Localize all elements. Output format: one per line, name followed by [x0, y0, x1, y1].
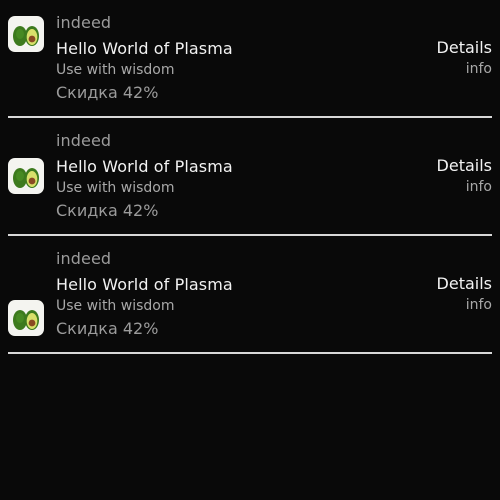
notification-title: Hello World of Plasma [56, 275, 233, 294]
info-label: info [465, 61, 492, 77]
avocado-icon [8, 300, 44, 336]
notification-title: Hello World of Plasma [56, 39, 233, 58]
notification-discount: Скидка 42% [56, 319, 159, 338]
notification-discount: Скидка 42% [56, 201, 159, 220]
divider [8, 352, 492, 354]
notification-tag: indeed [56, 13, 112, 32]
notification-tag: indeed [56, 249, 112, 268]
notification-tag: indeed [56, 131, 112, 150]
notification-subtitle: Use with wisdom [56, 62, 175, 78]
notification-item[interactable]: indeed Hello World of Plasma Use with wi… [0, 118, 500, 236]
avocado-icon [8, 16, 44, 52]
notification-subtitle: Use with wisdom [56, 298, 175, 314]
notification-item[interactable]: indeed Hello World of Plasma Use with wi… [0, 0, 500, 118]
details-button[interactable]: Details [437, 274, 492, 293]
details-button[interactable]: Details [437, 38, 492, 57]
notification-discount: Скидка 42% [56, 83, 159, 102]
info-label: info [465, 297, 492, 313]
notification-title: Hello World of Plasma [56, 157, 233, 176]
avocado-icon [8, 158, 44, 194]
info-label: info [465, 179, 492, 195]
notification-subtitle: Use with wisdom [56, 180, 175, 196]
details-button[interactable]: Details [437, 156, 492, 175]
notification-item[interactable]: indeed Hello World of Plasma Use with wi… [0, 236, 500, 354]
